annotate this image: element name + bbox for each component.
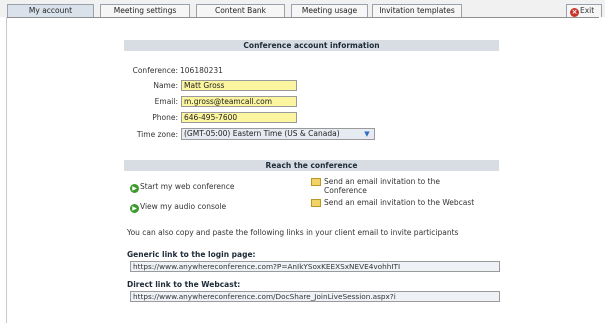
phone-field[interactable]: 646-495-7600 bbox=[181, 112, 297, 123]
account-section-header: Conference account information bbox=[124, 40, 499, 51]
email-label: Email: bbox=[154, 97, 178, 106]
tab-meeting-usage[interactable]: Meeting usage bbox=[291, 4, 368, 17]
reach-section-header: Reach the conference bbox=[124, 160, 499, 171]
email-field[interactable]: m.gross@teamcall.com bbox=[181, 96, 297, 107]
exit-button[interactable]: × Exit bbox=[566, 4, 602, 17]
timezone-select[interactable]: (GMT-05:00) Eastern Time (US & Canada) ▼ bbox=[181, 128, 375, 140]
view-audio-console-label: View my audio console bbox=[140, 202, 227, 211]
email-conference-invitation-link[interactable]: Send an email invitation to the Conferen… bbox=[324, 177, 474, 195]
direct-link-label: Direct link to the Webcast: bbox=[127, 280, 241, 289]
timezone-value: (GMT-05:00) Eastern Time (US & Canada) bbox=[184, 129, 340, 138]
chevron-down-icon[interactable]: ▼ bbox=[362, 130, 372, 138]
name-label: Name: bbox=[153, 81, 178, 90]
name-field[interactable]: Matt Gross bbox=[181, 80, 297, 91]
exit-label: Exit bbox=[580, 6, 595, 15]
tab-content-bank[interactable]: Content Bank bbox=[196, 4, 285, 17]
tab-meeting-settings[interactable]: Meeting settings bbox=[100, 4, 190, 17]
start-web-conference-label: Start my web conference bbox=[140, 182, 235, 191]
go-arrow-icon: ▶ bbox=[130, 184, 139, 193]
left-border bbox=[6, 17, 7, 323]
tab-bar: My account Meeting settings Content Bank… bbox=[0, 0, 605, 17]
generic-link-label: Generic link to the login page: bbox=[127, 250, 256, 259]
phone-label: Phone: bbox=[152, 113, 178, 122]
timezone-label: Time zone: bbox=[136, 130, 178, 139]
close-icon: × bbox=[570, 8, 579, 17]
tab-invitation-templates[interactable]: Invitation templates bbox=[372, 4, 462, 17]
view-audio-console-link[interactable]: ▶ View my audio console bbox=[130, 202, 226, 213]
email-webcast-invitation-link[interactable]: Send an email invitation to the Webcast bbox=[324, 198, 499, 207]
tab-my-account[interactable]: My account bbox=[7, 4, 94, 17]
envelope-icon bbox=[311, 199, 321, 207]
conference-label: Conference: bbox=[132, 66, 178, 75]
tab-divider bbox=[6, 17, 599, 18]
start-web-conference-link[interactable]: ▶ Start my web conference bbox=[130, 182, 234, 193]
go-arrow-icon: ▶ bbox=[130, 204, 139, 213]
direct-link-input[interactable]: https://www.anywhereconference.com/DocSh… bbox=[130, 291, 500, 302]
generic-link-input[interactable]: https://www.anywhereconference.com?P=AnI… bbox=[130, 261, 500, 272]
conference-value: 106180231 bbox=[180, 66, 223, 75]
envelope-icon bbox=[311, 178, 321, 186]
copy-instructions: You can also copy and paste the followin… bbox=[127, 228, 459, 237]
